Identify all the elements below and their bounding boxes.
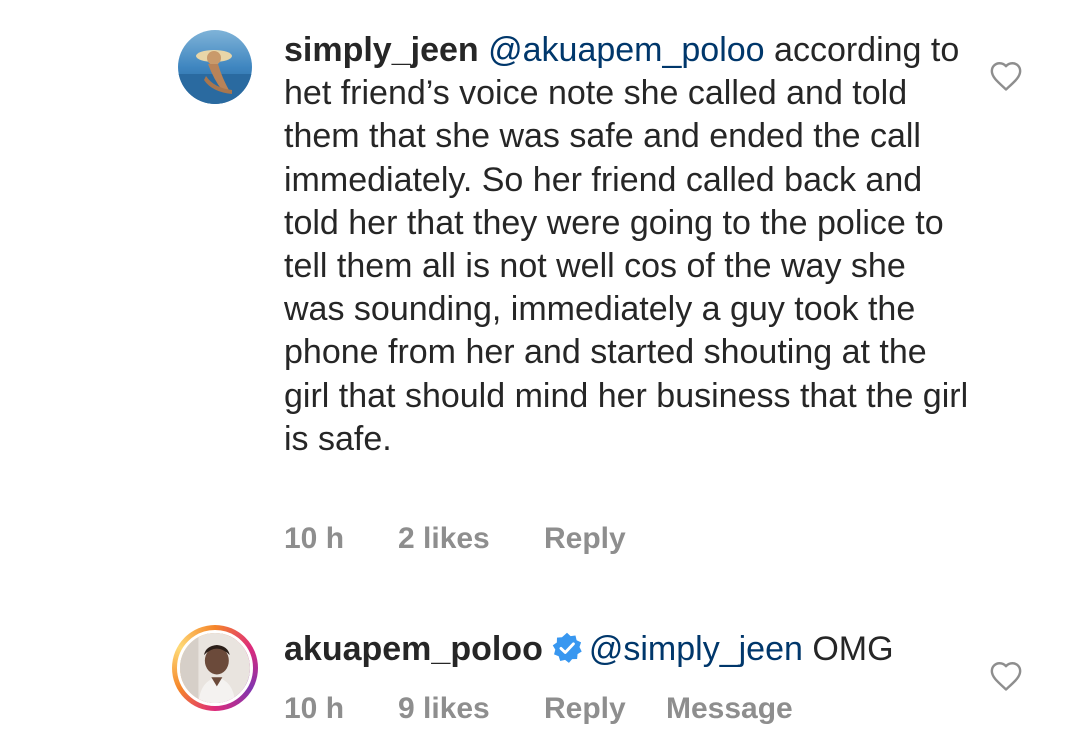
- comment-likes-count[interactable]: 2 likes: [398, 522, 544, 556]
- avatar-image: [180, 633, 250, 703]
- avatar-image: [178, 30, 252, 104]
- comment-body: OMG: [802, 630, 894, 668]
- comment-username[interactable]: akuapem_poloo: [284, 630, 543, 668]
- comment-timestamp: 10 h: [284, 692, 345, 725]
- comment-timestamp: 10 h: [284, 522, 345, 555]
- comment-item: akuapem_poloo @simply_jeen OMG 10 h 9 lik…: [0, 610, 1080, 742]
- avatar[interactable]: [177, 630, 253, 706]
- comment-username[interactable]: simply_jeen: [284, 31, 479, 69]
- comment-meta: 10 h 9 likes Reply Message: [284, 692, 793, 726]
- heart-icon[interactable]: [989, 660, 1023, 692]
- verified-badge-icon: [551, 632, 583, 664]
- comment-likes-count[interactable]: 9 likes: [398, 692, 544, 726]
- comment-mention[interactable]: @simply_jeen: [589, 630, 803, 668]
- heart-icon[interactable]: [989, 60, 1023, 92]
- reply-button[interactable]: Reply: [544, 522, 666, 556]
- comment-text: akuapem_poloo @simply_jeen OMG: [284, 628, 974, 671]
- story-ring[interactable]: [172, 625, 258, 711]
- comment-meta: 10 h 2 likes Reply: [284, 522, 666, 556]
- comment-mention[interactable]: @akuapem_poloo: [488, 31, 764, 69]
- message-button[interactable]: Message: [666, 692, 793, 726]
- comment-item: simply_jeen @akuapem_poloo according to …: [0, 0, 1080, 580]
- comment-body: according to het friend’s voice note she…: [284, 31, 969, 458]
- avatar[interactable]: [178, 30, 252, 104]
- reply-button[interactable]: Reply: [544, 692, 666, 726]
- comment-text: simply_jeen @akuapem_poloo according to …: [284, 29, 974, 461]
